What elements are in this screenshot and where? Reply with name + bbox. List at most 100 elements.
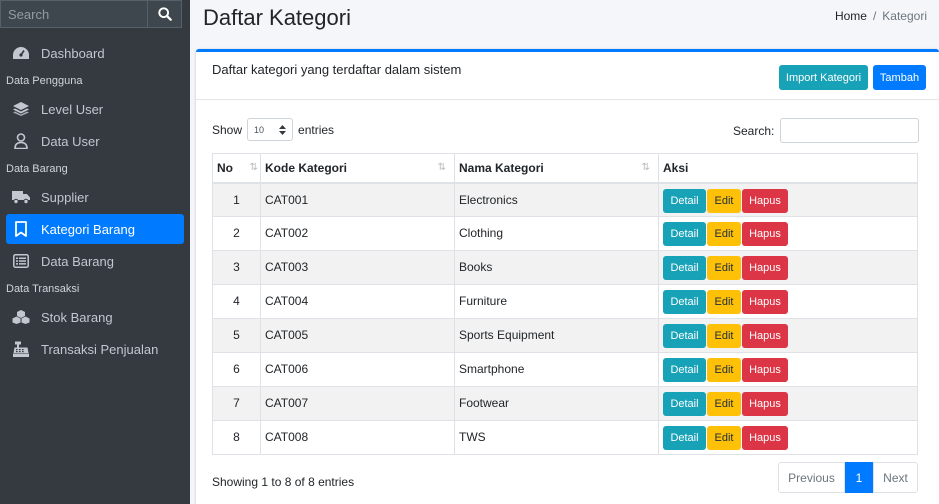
cell-nama: Furniture [454, 284, 659, 319]
cell-aksi: Detail Edit Hapus [658, 284, 918, 319]
column-header-no[interactable]: No ⇅ [212, 153, 261, 184]
cell-kode: CAT001 [260, 182, 455, 217]
import-category-button[interactable]: Import Kategori [779, 65, 868, 90]
column-header-nama[interactable]: Nama Kategori ⇅ [454, 153, 659, 184]
edit-button[interactable]: Edit [707, 188, 741, 213]
edit-button[interactable]: Edit [707, 426, 741, 450]
edit-button[interactable]: Edit [707, 392, 741, 416]
table-header-row: No ⇅ Kode Kategori ⇅ Nama Kategori ⇅ Aksi [212, 153, 918, 184]
table-length-control: Show 10 entries [212, 118, 334, 141]
delete-button[interactable]: Hapus [742, 392, 788, 416]
delete-button[interactable]: Hapus [742, 222, 788, 246]
sidebar-item-label: Transaksi Penjualan [41, 341, 159, 357]
user-icon [12, 133, 30, 149]
category-table: No ⇅ Kode Kategori ⇅ Nama Kategori ⇅ Aksi 1… [212, 153, 918, 455]
sidebar-section-header: Data Barang [6, 163, 68, 175]
cell-aksi: Detail Edit Hapus [658, 420, 918, 455]
sort-updown-icon [279, 124, 287, 135]
cell-nama: Electronics [454, 182, 659, 217]
sidebar-item-stok-barang[interactable]: Stok Barang [6, 302, 184, 332]
sidebar-item-label: Data Barang [41, 253, 114, 269]
entries-select[interactable]: 10 [247, 118, 294, 141]
sidebar-item-supplier[interactable]: Supplier [6, 182, 184, 212]
cell-aksi: Detail Edit Hapus [658, 318, 918, 353]
table-row: 7 CAT007 Footwear Detail Edit Hapus [212, 386, 918, 421]
breadcrumb-separator: / [872, 9, 877, 23]
delete-button[interactable]: Hapus [742, 256, 788, 280]
show-label: Show [212, 122, 243, 137]
detail-button[interactable]: Detail [663, 324, 706, 348]
breadcrumb-home[interactable]: Home [835, 9, 867, 23]
cell-aksi: Detail Edit Hapus [658, 386, 918, 421]
sidebar-item-level-user[interactable]: Level User [6, 94, 184, 124]
edit-button[interactable]: Edit [707, 290, 741, 314]
sidebar-section-header: Data Pengguna [6, 75, 83, 87]
search-icon [157, 7, 172, 21]
sidebar-item-transaksi-penjualan[interactable]: Transaksi Penjualan [6, 334, 184, 364]
sort-icon: ⇅ [437, 162, 446, 173]
delete-button[interactable]: Hapus [742, 426, 788, 450]
sidebar-item-data-barang[interactable]: Data Barang [6, 246, 184, 276]
main-content: Daftar Kategori Home / Kategori Daftar k… [190, 0, 939, 504]
sidebar-section-header: Data Transaksi [6, 283, 80, 295]
pagination-next[interactable]: Next [873, 462, 918, 493]
delete-button[interactable]: Hapus [742, 324, 788, 348]
sidebar-item-label: Data User [41, 133, 100, 149]
truck-icon [12, 189, 30, 205]
list-icon [12, 253, 30, 269]
sidebar-item-dashboard[interactable]: Dashboard [6, 38, 184, 68]
card-title: Daftar kategori yang terdaftar dalam sis… [212, 62, 462, 77]
detail-button[interactable]: Detail [663, 256, 706, 280]
column-header-aksi: Aksi [658, 153, 918, 184]
layers-icon [12, 101, 30, 117]
cell-nama: Sports Equipment [454, 318, 659, 353]
detail-button[interactable]: Detail [663, 290, 706, 314]
pagination: Previous 1 Next [778, 462, 918, 493]
edit-button[interactable]: Edit [707, 358, 741, 382]
bookmark-icon [12, 221, 30, 237]
cell-aksi: Detail Edit Hapus [658, 216, 918, 251]
detail-button[interactable]: Detail [663, 358, 706, 382]
table-row: 3 CAT003 Books Detail Edit Hapus [212, 250, 918, 285]
edit-button[interactable]: Edit [707, 222, 741, 246]
sidebar-item-data-user[interactable]: Data User [6, 126, 184, 156]
sort-icon: ⇅ [641, 162, 650, 173]
cell-no: 2 [212, 216, 261, 251]
table-info: Showing 1 to 8 of 8 entries [212, 475, 355, 489]
sidebar-search [0, 0, 190, 28]
detail-button[interactable]: Detail [663, 222, 706, 246]
edit-button[interactable]: Edit [707, 324, 741, 348]
sidebar-item-label: Dashboard [41, 45, 105, 61]
sidebar-search-input[interactable] [0, 0, 147, 28]
breadcrumb-current: Kategori [882, 9, 927, 23]
edit-button[interactable]: Edit [707, 256, 741, 280]
sidebar-search-button[interactable] [147, 0, 182, 28]
cell-kode: CAT004 [260, 284, 455, 319]
dashboard-icon [12, 45, 30, 61]
column-header-kode[interactable]: Kode Kategori ⇅ [260, 153, 455, 184]
cash-register-icon [12, 341, 30, 357]
cell-kode: CAT006 [260, 352, 455, 387]
sidebar-item-label: Level User [41, 101, 104, 117]
entries-select-value: 10 [254, 124, 265, 135]
table-row: 6 CAT006 Smartphone Detail Edit Hapus [212, 352, 918, 387]
sidebar-nav: Dashboard Data Pengguna Level User Data Use… [0, 28, 190, 364]
table-row: 8 CAT008 TWS Detail Edit Hapus [212, 420, 918, 455]
cell-aksi: Detail Edit Hapus [658, 182, 918, 217]
detail-button[interactable]: Detail [663, 426, 706, 450]
cell-kode: CAT008 [260, 420, 455, 455]
delete-button[interactable]: Hapus [742, 290, 788, 314]
cell-nama: Smartphone [454, 352, 659, 387]
detail-button[interactable]: Detail [663, 188, 706, 213]
delete-button[interactable]: Hapus [742, 188, 788, 213]
table-search-input[interactable] [780, 118, 920, 143]
detail-button[interactable]: Detail [663, 392, 706, 416]
add-category-button[interactable]: Tambah [873, 65, 926, 90]
table-row: 5 CAT005 Sports Equipment Detail Edit Hapus [212, 318, 918, 353]
table-row: 4 CAT004 Furniture Detail Edit Hapus [212, 284, 918, 319]
pagination-previous[interactable]: Previous [778, 462, 845, 493]
sidebar-item-kategori-barang[interactable]: Kategori Barang [6, 214, 184, 244]
delete-button[interactable]: Hapus [742, 358, 788, 382]
cell-nama: TWS [454, 420, 659, 455]
pagination-page[interactable]: 1 [845, 462, 873, 493]
